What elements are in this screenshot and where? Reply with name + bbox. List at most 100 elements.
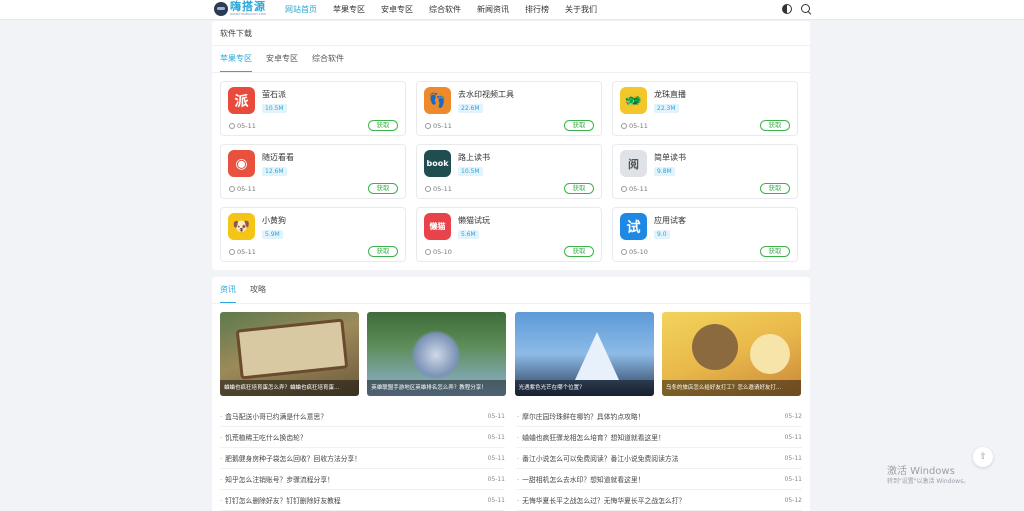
news-list-item[interactable]: 番江小说怎么可以免费阅读？番江小说免费阅读方法 05-11 [517, 448, 802, 469]
app-icon: 🐶 [228, 213, 255, 240]
app-card[interactable]: ◉ 随迈看看 12.6M 05-11 获取 [220, 144, 406, 199]
watermark-line1: 激活 Windows [887, 466, 955, 477]
back-to-top-icon[interactable]: ⇧ [973, 447, 993, 467]
app-name: 懒猫试玩 [458, 216, 490, 225]
app-icon: ◉ [228, 150, 255, 177]
get-button[interactable]: 获取 [760, 183, 790, 194]
news-date: 05-11 [487, 454, 505, 462]
get-button[interactable]: 获取 [760, 120, 790, 131]
app-icon: 派 [228, 87, 255, 114]
get-button[interactable]: 获取 [564, 183, 594, 194]
news-list-item[interactable]: 盒马配送小哥已约满是什么意思？ 05-11 [220, 406, 505, 427]
app-date-text: 05-11 [629, 122, 648, 130]
app-icon: 懒猫 [424, 213, 451, 240]
news-date: 05-11 [487, 496, 505, 504]
clock-icon [621, 249, 627, 255]
app-card[interactable]: 懒猫 懒猫试玩 5.6M 05-10 获取 [416, 207, 602, 262]
tab-software[interactable]: 安卓专区 [266, 46, 298, 72]
nav-item[interactable]: 综合软件 [421, 0, 469, 20]
clock-icon [229, 186, 235, 192]
news-date: 05-11 [487, 475, 505, 483]
app-icon: 试 [620, 213, 647, 240]
get-button[interactable]: 获取 [368, 183, 398, 194]
app-date-text: 05-10 [629, 248, 648, 256]
app-size-badge: 12.6M [262, 167, 287, 176]
app-card[interactable]: 试应用试客 9.0 05-10 获取 [612, 207, 798, 262]
app-card[interactable]: 🐲 龙珠直播 22.3M 05-11 获取 [612, 81, 798, 136]
app-icon: 阅 [620, 150, 647, 177]
app-card[interactable]: 阅简单读书 9.8M 05-11 获取 [612, 144, 798, 199]
nav-item[interactable]: 网站首页 [277, 0, 325, 20]
tab-software[interactable]: 苹果专区 [220, 46, 252, 72]
news-title: 摩尔庄园玲珠鲜在哪钓？具体钓点攻略！ [517, 411, 644, 421]
nav-item[interactable]: 新闻资讯 [469, 0, 517, 20]
news-thumb[interactable]: 光遇紫色光芒在哪个位置？ [514, 312, 654, 396]
tab-news[interactable]: 资讯 [220, 277, 236, 303]
app-card[interactable]: 🐶 小黄狗 5.9M 05-11 获取 [220, 207, 406, 262]
app-icon: 👣 [424, 87, 451, 114]
app-name: 萤石派 [262, 90, 286, 99]
app-size-badge: 10.5M [262, 104, 287, 113]
get-button[interactable]: 获取 [564, 120, 594, 131]
app-grid: 派萤石派 10.5M 05-11 获取 👣 去水印视频工具 22.6M 05-11 获取 🐲 龙珠直… [220, 81, 802, 262]
nav-item[interactable]: 苹果专区 [325, 0, 373, 20]
get-button[interactable]: 获取 [368, 246, 398, 257]
news-list-item[interactable]: 无悔华夏长平之战怎么过？无悔华夏长平之战怎么打？ 05-12 [517, 490, 802, 511]
theme-toggle-icon[interactable] [782, 4, 792, 14]
news-list-item[interactable]: 饥荒植稀王吃什么换齿轮？ 05-11 [220, 427, 505, 448]
app-size-badge: 9.8M [654, 167, 675, 176]
news-title: 蛐蛐也疯狂骤龙相怎么培育？想知道就看这里！ [517, 432, 665, 442]
app-size-badge: 22.6M [458, 104, 483, 113]
news-title: 钉钉怎么删除好友？钉钉删除好友教程 [220, 495, 341, 505]
software-tabs: 苹果专区 安卓专区 综合软件 [212, 46, 810, 73]
app-card[interactable]: 派萤石派 10.5M 05-11 获取 [220, 81, 406, 136]
news-date: 05-11 [487, 433, 505, 441]
search-icon[interactable] [801, 4, 812, 15]
clock-icon [425, 186, 431, 192]
app-date-text: 05-11 [237, 122, 256, 130]
news-title: 一甜相机怎么去水印？想知道就看这里！ [517, 474, 644, 484]
app-date: 05-11 [229, 185, 256, 193]
app-date: 05-11 [621, 185, 648, 193]
news-thumb[interactable]: 英雄联盟手游地区英雄排名怎么弄？教程分享！ [367, 312, 507, 396]
news-list-item[interactable]: 蛐蛐也疯狂骤龙相怎么培育？想知道就看这里！ 05-11 [517, 427, 802, 448]
app-date-text: 05-11 [237, 185, 256, 193]
app-date-text: 05-11 [237, 248, 256, 256]
app-size-badge: 10.5M [458, 167, 483, 176]
news-list: 盒马配送小哥已约满是什么意思？ 05-11 摩尔庄园玲珠鲜在哪钓？具体钓点攻略！ 05… [220, 406, 802, 511]
news-list-item[interactable]: 一甜相机怎么去水印？想知道就看这里！ 05-11 [517, 469, 802, 490]
news-date: 05-12 [784, 496, 802, 504]
news-list-item[interactable]: 钉钉怎么删除好友？钉钉删除好友教程 05-11 [220, 490, 505, 511]
nav-item[interactable]: 关于我们 [557, 0, 605, 20]
thumb-caption: 英雄联盟手游地区英雄排名怎么弄？教程分享！ [367, 380, 507, 396]
thumb-caption: 乌冬的旅店怎么给好友打工？怎么邀请好友打… [661, 380, 801, 396]
app-date: 05-11 [229, 122, 256, 130]
site-logo[interactable]: 嗨搭源 www.haidayuan.com [214, 1, 266, 19]
news-thumb[interactable]: 蛐蛐也疯狂培育蛋怎么弄？蛐蛐也疯狂培育蛋… [220, 312, 359, 396]
news-thumb[interactable]: 乌冬的旅店怎么给好友打工？怎么邀请好友打… [661, 312, 801, 396]
app-date: 05-11 [425, 185, 452, 193]
get-button[interactable]: 获取 [564, 246, 594, 257]
app-card[interactable]: 👣 去水印视频工具 22.6M 05-11 获取 [416, 81, 602, 136]
tab-news[interactable]: 攻略 [250, 277, 266, 303]
nav-item[interactable]: 安卓专区 [373, 0, 421, 20]
news-list-item[interactable]: 肥鹅健身房种子袋怎么回收？回收方法分享！ 05-11 [220, 448, 505, 469]
top-navbar: 嗨搭源 www.haidayuan.com 网站首页 苹果专区 安卓专区 综合软件 新闻… [0, 0, 1024, 20]
app-date-text: 05-10 [433, 248, 452, 256]
news-list-item[interactable]: 知乎怎么注销账号？步骤流程分享！ 05-11 [220, 469, 505, 490]
news-title: 知乎怎么注销账号？步骤流程分享！ [220, 474, 334, 484]
app-name: 去水印视频工具 [458, 90, 514, 99]
software-panel-title: 软件下载 [212, 21, 810, 46]
nav-item[interactable]: 排行榜 [517, 0, 557, 20]
news-list-item[interactable]: 摩尔庄园玲珠鲜在哪钓？具体钓点攻略！ 05-12 [517, 406, 802, 427]
app-name: 龙珠直播 [654, 90, 686, 99]
app-size-badge: 9.0 [654, 230, 670, 239]
main-nav: 网站首页 苹果专区 安卓专区 综合软件 新闻资讯 排行榜 关于我们 [277, 0, 605, 20]
get-button[interactable]: 获取 [368, 120, 398, 131]
tab-software[interactable]: 综合软件 [312, 46, 344, 72]
app-card[interactable]: book 路上读书 10.5M 05-11 获取 [416, 144, 602, 199]
news-panel: 资讯 攻略 蛐蛐也疯狂培育蛋怎么弄？蛐蛐也疯狂培育蛋… 英雄联盟手游地区英雄排名怎… [212, 277, 810, 511]
app-date: 05-10 [425, 248, 452, 256]
get-button[interactable]: 获取 [760, 246, 790, 257]
app-date-text: 05-11 [629, 185, 648, 193]
